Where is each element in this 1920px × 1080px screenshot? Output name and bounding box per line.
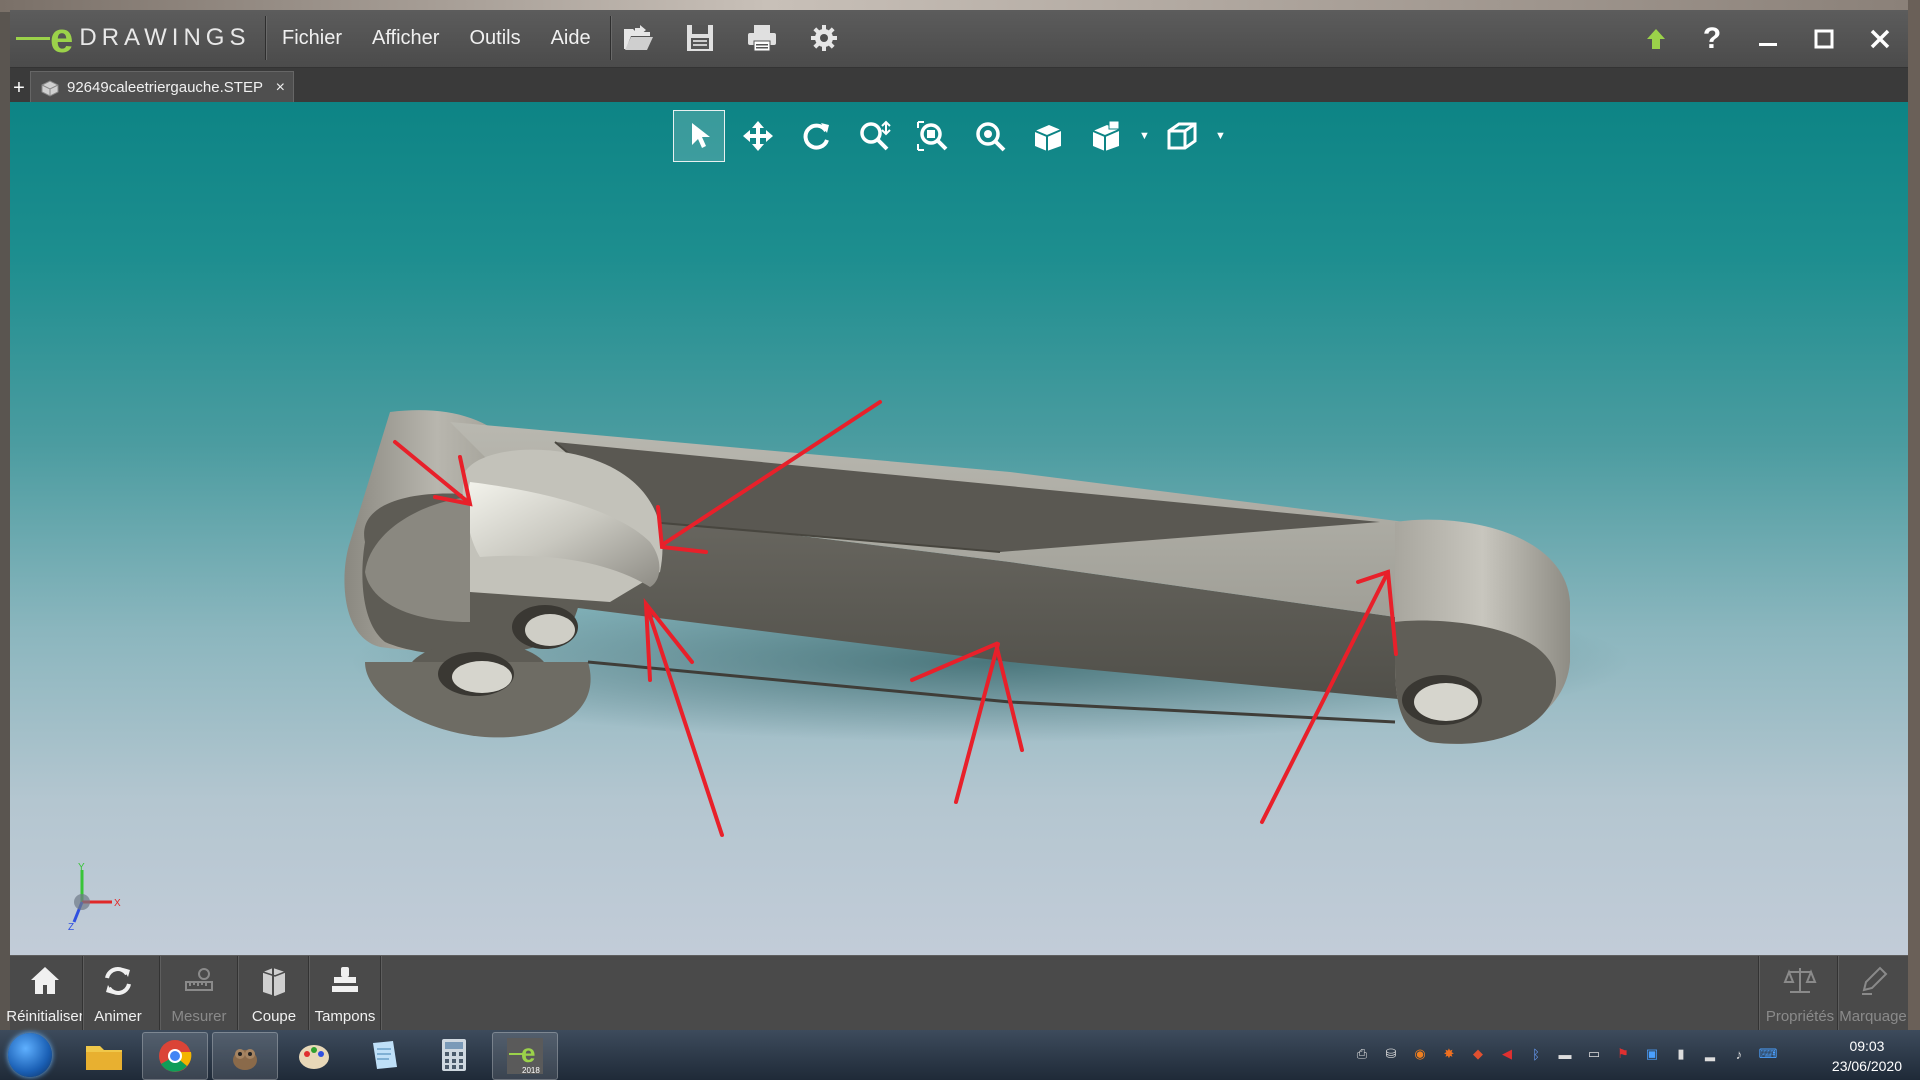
select-icon[interactable] bbox=[673, 110, 725, 162]
menu-bar: Fichier Afficher Outils Aide bbox=[267, 10, 606, 67]
edrawings-window: e DRAWINGS Fichier Afficher Outils Aide bbox=[6, 10, 1908, 1031]
monitor-icon[interactable]: ▭ bbox=[1584, 1044, 1604, 1064]
upload-icon[interactable] bbox=[1628, 10, 1684, 67]
printer-icon[interactable]: ⎙ bbox=[1352, 1044, 1372, 1064]
gimp-icon[interactable] bbox=[212, 1032, 278, 1080]
svg-text:Z: Z bbox=[68, 922, 74, 932]
main-toolbar bbox=[620, 20, 842, 56]
axis-triad: Y X Z bbox=[68, 862, 121, 932]
maximize-icon[interactable] bbox=[1796, 10, 1852, 67]
network-drive-icon[interactable]: ⛁ bbox=[1381, 1044, 1401, 1064]
svg-text:2018: 2018 bbox=[522, 1066, 540, 1075]
calculator-icon[interactable] bbox=[422, 1032, 486, 1078]
document-tab-title: 92649caleetriergauche.STEP bbox=[67, 79, 263, 96]
menu-fichier[interactable]: Fichier bbox=[267, 10, 357, 67]
save-icon[interactable] bbox=[682, 20, 718, 56]
print-icon[interactable] bbox=[744, 20, 780, 56]
flag-icon[interactable]: ⚑ bbox=[1613, 1044, 1633, 1064]
shield-tray-icon[interactable]: ◆ bbox=[1468, 1044, 1488, 1064]
standard-views-dropdown-icon[interactable]: ▼ bbox=[1215, 130, 1226, 142]
minimize-icon[interactable] bbox=[1740, 10, 1796, 67]
rotate-icon[interactable] bbox=[791, 111, 841, 161]
tray-app-icon[interactable]: ▣ bbox=[1642, 1044, 1662, 1064]
part-icon bbox=[41, 79, 59, 97]
section-icon bbox=[257, 960, 291, 1002]
tab-bar: + 92649caleetriergauche.STEP × bbox=[10, 68, 1908, 103]
menu-outils[interactable]: Outils bbox=[454, 10, 535, 67]
scale-icon bbox=[1783, 960, 1817, 1002]
view-toolbar: ▼ ▼ bbox=[673, 110, 1226, 162]
chrome-icon[interactable] bbox=[142, 1032, 208, 1080]
tampons-button[interactable]: Tampons bbox=[310, 956, 380, 1031]
part-model bbox=[344, 400, 1630, 837]
3d-viewport[interactable]: ▼ ▼ Y X Z bbox=[10, 102, 1908, 955]
window-controls: ? bbox=[1628, 10, 1908, 67]
zoom-fit-icon[interactable] bbox=[907, 111, 957, 161]
edrawings-logo: e DRAWINGS bbox=[16, 16, 250, 60]
clock[interactable]: 09:03 23/06/2020 bbox=[1832, 1036, 1902, 1076]
pen-icon bbox=[1856, 960, 1890, 1002]
speaker-alert-icon[interactable]: ◀ bbox=[1497, 1044, 1517, 1064]
reinitialiser-button[interactable]: Réinitialiser bbox=[6, 956, 84, 1031]
settings-icon[interactable] bbox=[806, 20, 842, 56]
zoom-area-icon[interactable] bbox=[849, 111, 899, 161]
animer-button[interactable]: Animer bbox=[86, 956, 150, 1031]
animate-icon bbox=[101, 960, 135, 1002]
menu-afficher[interactable]: Afficher bbox=[357, 10, 454, 67]
windows-taskbar: e 2018 ⎙ ⛁ ◉ ✸ ◆ ◀ ᛒ ▬ ▭ ⚑ ▣ ▮ ▂ ♪ ⌨ 09:0… bbox=[0, 1030, 1920, 1080]
help-icon[interactable]: ? bbox=[1684, 10, 1740, 67]
folder-icon[interactable] bbox=[72, 1032, 136, 1078]
stamp-icon bbox=[328, 960, 362, 1002]
usb-icon[interactable]: ▬ bbox=[1555, 1044, 1575, 1064]
volume-icon[interactable]: ♪ bbox=[1729, 1044, 1749, 1064]
svg-text:e: e bbox=[521, 1038, 535, 1068]
marquage-button[interactable]: Marquage bbox=[1838, 956, 1908, 1031]
notepad-icon[interactable] bbox=[352, 1032, 416, 1078]
edrawings-icon[interactable]: e 2018 bbox=[492, 1032, 558, 1080]
clock-date: 23/06/2020 bbox=[1831, 1058, 1902, 1074]
paint-icon[interactable] bbox=[282, 1032, 346, 1078]
home-icon bbox=[28, 960, 62, 1002]
language-icon[interactable]: ⌨ bbox=[1758, 1044, 1778, 1064]
system-tray: ⎙ ⛁ ◉ ✸ ◆ ◀ ᛒ ▬ ▭ ⚑ ▣ ▮ ▂ ♪ ⌨ bbox=[1352, 1044, 1778, 1064]
avast-icon[interactable]: ✸ bbox=[1439, 1044, 1459, 1064]
signal-icon[interactable]: ▂ bbox=[1700, 1044, 1720, 1064]
close-icon[interactable] bbox=[1852, 10, 1908, 67]
svg-text:Y: Y bbox=[78, 862, 85, 873]
title-bar: e DRAWINGS Fichier Afficher Outils Aide bbox=[10, 10, 1908, 68]
start-button[interactable] bbox=[8, 1033, 52, 1077]
close-tab-icon[interactable]: × bbox=[276, 79, 285, 97]
logo-word: DRAWINGS bbox=[79, 24, 251, 51]
zoom-icon[interactable] bbox=[965, 111, 1015, 161]
divider bbox=[610, 16, 612, 60]
standard-views-icon[interactable] bbox=[1157, 111, 1207, 161]
open-icon[interactable] bbox=[620, 20, 656, 56]
clock-time: 09:03 bbox=[1849, 1038, 1885, 1054]
display-style-icon[interactable] bbox=[1081, 111, 1131, 161]
desktop-background-right bbox=[1908, 0, 1920, 1030]
coupe-button[interactable]: Coupe bbox=[242, 956, 306, 1031]
pan-icon[interactable] bbox=[733, 111, 783, 161]
bluetooth-icon[interactable]: ᛒ bbox=[1526, 1044, 1546, 1064]
new-tab-button[interactable]: + bbox=[10, 78, 28, 98]
display-style-dropdown-icon[interactable]: ▼ bbox=[1139, 130, 1150, 142]
mesurer-button[interactable]: Mesurer bbox=[165, 956, 233, 1031]
battery-icon[interactable]: ▮ bbox=[1671, 1044, 1691, 1064]
document-tab[interactable]: 92649caleetriergauche.STEP × bbox=[30, 71, 294, 103]
bottom-toolbar: Réinitialiser Animer Mesurer Coupe Tampo… bbox=[6, 955, 1908, 1031]
app-tray-icon[interactable]: ◉ bbox=[1410, 1044, 1430, 1064]
shaded-view-icon[interactable] bbox=[1023, 111, 1073, 161]
menu-aide[interactable]: Aide bbox=[536, 10, 606, 67]
measure-icon bbox=[182, 960, 216, 1002]
svg-text:X: X bbox=[114, 898, 121, 909]
proprietes-button[interactable]: Propriétés bbox=[1764, 956, 1836, 1031]
